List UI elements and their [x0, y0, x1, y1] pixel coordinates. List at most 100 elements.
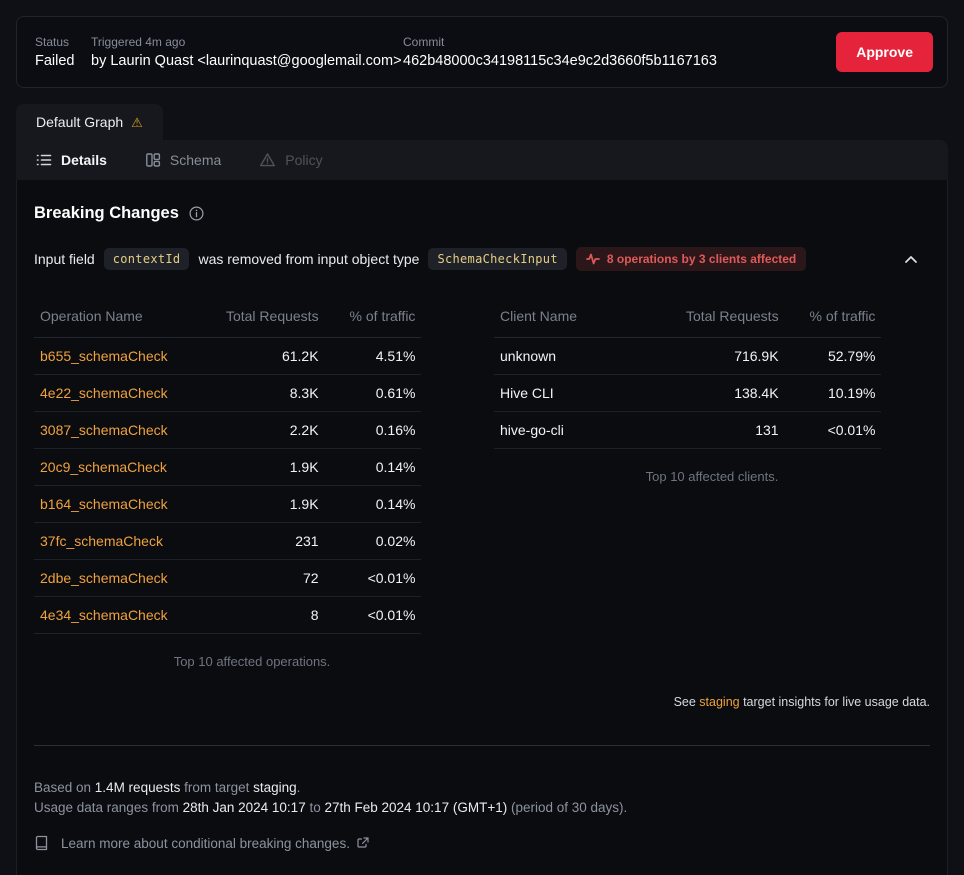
operation-link[interactable]: 3087_schemaCheck	[40, 422, 168, 438]
range-from-date: 28th Jan 2024 10:17	[183, 800, 306, 815]
change-text-middle: was removed from input object type	[198, 251, 419, 267]
table-row: 4e34_schemaCheck 8 <0.01%	[34, 597, 421, 634]
operations-table-note: Top 10 affected operations.	[34, 634, 470, 669]
operation-traffic: <0.01%	[325, 560, 422, 597]
client-requests: 131	[680, 412, 785, 449]
affected-operations-badge[interactable]: 8 operations by 3 clients affected	[576, 247, 806, 271]
status-label: Status	[35, 35, 91, 49]
external-link-icon	[357, 837, 369, 849]
graph-tab-row: Default Graph ⚠	[16, 104, 948, 140]
operation-traffic: 4.51%	[325, 338, 422, 375]
operation-traffic: <0.01%	[325, 597, 422, 634]
toolbar-policy-label: Policy	[285, 152, 322, 168]
affected-badge-label: 8 operations by 3 clients affected	[607, 252, 796, 266]
table-row: 4e22_schemaCheck 8.3K 0.61%	[34, 375, 421, 412]
operation-traffic: 0.16%	[325, 412, 422, 449]
col-header-total-requests: Total Requests	[680, 297, 785, 338]
status-value: Failed	[35, 53, 91, 69]
operation-link[interactable]: 37fc_schemaCheck	[40, 533, 163, 549]
status-column: Status Failed	[35, 35, 91, 69]
insights-note: See staging target insights for live usa…	[34, 695, 930, 709]
operation-traffic: 0.61%	[325, 375, 422, 412]
operation-requests: 1.9K	[220, 449, 325, 486]
client-name: Hive CLI	[494, 375, 680, 412]
request-count: 1.4M requests	[95, 780, 181, 795]
col-header-client-name: Client Name	[494, 297, 680, 338]
client-name: hive-go-cli	[494, 412, 680, 449]
learn-more-row[interactable]: Learn more about conditional breaking ch…	[34, 835, 930, 851]
toolbar-item-details[interactable]: Details	[36, 152, 107, 168]
breaking-change-row[interactable]: Input field contextId was removed from i…	[34, 247, 930, 271]
based-on-pre: Based on	[34, 780, 95, 795]
tab-default-graph[interactable]: Default Graph ⚠	[16, 104, 163, 140]
clients-table-header-row: Client Name Total Requests % of traffic	[494, 297, 881, 338]
list-icon	[36, 152, 52, 168]
client-traffic: 10.19%	[785, 375, 882, 412]
based-on-post: .	[297, 780, 301, 795]
tab-warning-icon: ⚠	[131, 116, 143, 129]
client-requests: 716.9K	[680, 338, 785, 375]
client-name: unknown	[494, 338, 680, 375]
info-icon[interactable]	[189, 206, 204, 221]
based-on-mid: from target	[180, 780, 253, 795]
range-pre: Usage data ranges from	[34, 800, 183, 815]
col-header-traffic: % of traffic	[325, 297, 422, 338]
approve-button[interactable]: Approve	[836, 32, 933, 72]
operations-table-header-row: Operation Name Total Requests % of traff…	[34, 297, 421, 338]
based-on-line: Based on 1.4M requests from target stagi…	[34, 778, 930, 798]
check-status-header: Status Failed Triggered 4m ago by Laurin…	[16, 16, 948, 88]
usage-tables: Operation Name Total Requests % of traff…	[34, 297, 930, 669]
col-header-operation-name: Operation Name	[34, 297, 220, 338]
table-row: 37fc_schemaCheck 231 0.02%	[34, 523, 421, 560]
operation-link[interactable]: 4e34_schemaCheck	[40, 607, 168, 623]
col-header-total-requests: Total Requests	[220, 297, 325, 338]
warning-triangle-icon	[259, 152, 276, 168]
table-row: 2dbe_schemaCheck 72 <0.01%	[34, 560, 421, 597]
check-detail-area: Default Graph ⚠ Details Schema	[16, 104, 948, 875]
triggered-column: Triggered 4m ago by Laurin Quast <laurin…	[91, 35, 403, 69]
tab-default-graph-label: Default Graph	[36, 114, 123, 130]
operation-link[interactable]: 2dbe_schemaCheck	[40, 570, 168, 586]
range-to-word: to	[306, 800, 325, 815]
operations-table: Operation Name Total Requests % of traff…	[34, 297, 421, 634]
check-toolbar: Details Schema Policy	[16, 140, 948, 180]
operation-link[interactable]: 4e22_schemaCheck	[40, 385, 168, 401]
table-row: b655_schemaCheck 61.2K 4.51%	[34, 338, 421, 375]
toolbar-item-schema[interactable]: Schema	[145, 152, 221, 168]
table-row: unknown 716.9K 52.79%	[494, 338, 881, 375]
operation-link[interactable]: b164_schemaCheck	[40, 496, 168, 512]
operation-requests: 231	[220, 523, 325, 560]
operation-traffic: 0.14%	[325, 449, 422, 486]
chevron-up-icon	[904, 255, 918, 264]
toolbar-item-policy[interactable]: Policy	[259, 152, 322, 168]
col-header-traffic: % of traffic	[785, 297, 882, 338]
operation-requests: 8	[220, 597, 325, 634]
insights-note-post: target insights for live usage data.	[740, 695, 930, 709]
learn-more-link[interactable]: Learn more about conditional breaking ch…	[61, 836, 350, 851]
table-row: 3087_schemaCheck 2.2K 0.16%	[34, 412, 421, 449]
table-row: 20c9_schemaCheck 1.9K 0.14%	[34, 449, 421, 486]
client-requests: 138.4K	[680, 375, 785, 412]
breaking-changes-header: Breaking Changes	[34, 204, 930, 223]
collapse-toggle[interactable]	[904, 255, 918, 264]
operation-link[interactable]: 20c9_schemaCheck	[40, 459, 167, 475]
commit-column: Commit 462b48000c34198115c34e9c2d3660f5b…	[403, 35, 836, 69]
table-row: hive-go-cli 131 <0.01%	[494, 412, 881, 449]
triggered-author: by Laurin Quast <laurinquast@googlemail.…	[91, 53, 403, 69]
details-panel: Breaking Changes Input field contextId w…	[16, 180, 948, 875]
triggered-label: Triggered 4m ago	[91, 35, 403, 49]
book-icon	[34, 835, 49, 851]
clients-table: Client Name Total Requests % of traffic …	[494, 297, 881, 449]
staging-target-link[interactable]: staging	[699, 695, 739, 709]
insights-note-pre: See	[674, 695, 700, 709]
change-type-code: SchemaCheckInput	[428, 248, 566, 270]
table-row: Hive CLI 138.4K 10.19%	[494, 375, 881, 412]
operation-link[interactable]: b655_schemaCheck	[40, 348, 168, 364]
client-traffic: 52.79%	[785, 338, 882, 375]
toolbar-schema-label: Schema	[170, 152, 221, 168]
activity-pulse-icon	[586, 253, 600, 265]
operation-requests: 72	[220, 560, 325, 597]
breaking-changes-title: Breaking Changes	[34, 204, 179, 223]
range-post: (period of 30 days).	[507, 800, 627, 815]
client-traffic: <0.01%	[785, 412, 882, 449]
